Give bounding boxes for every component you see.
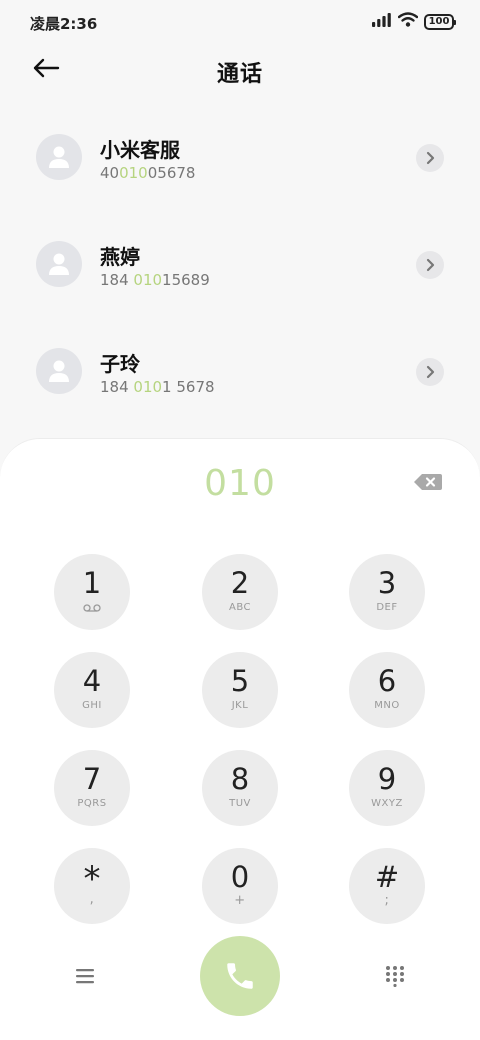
dialpad-icon [386, 966, 404, 987]
key-letters: MNO [374, 700, 400, 711]
person-icon [49, 360, 69, 382]
wifi-icon [397, 12, 419, 31]
contact-name: 燕婷 [100, 245, 140, 269]
voicemail-icon [54, 604, 130, 615]
key-letters: TUV [229, 798, 251, 809]
key-digit: 3 [377, 566, 397, 600]
contact-number: 184 01015689 [100, 271, 210, 289]
menu-button[interactable] [65, 956, 105, 996]
key-digit: 7 [82, 762, 102, 796]
key-digit: 9 [377, 762, 397, 796]
key-3[interactable]: 3 DEF [349, 554, 425, 630]
chevron-right-icon [426, 258, 435, 272]
call-button[interactable] [200, 936, 280, 1016]
key-digit: 5 [230, 664, 250, 698]
keypad-toggle-button[interactable] [375, 956, 415, 996]
key-letters: WXYZ [371, 798, 403, 809]
dial-panel: 010 1 2 ABC 3 DEF 4 GHI 5 JKL 6 MNO 7 PQ… [0, 438, 480, 1040]
key-digit: * [83, 859, 101, 899]
key-6[interactable]: 6 MNO [349, 652, 425, 728]
key-digit: # [374, 860, 400, 894]
key-digit: 1 [82, 566, 102, 600]
key-letters: , [89, 892, 95, 907]
contact-number: 184 0101 5678 [100, 378, 215, 396]
key-letters: JKL [231, 700, 249, 711]
avatar [36, 134, 82, 180]
key-digit: 4 [82, 664, 102, 698]
key-8[interactable]: 8 TUV [202, 750, 278, 826]
battery-icon: 100 [424, 13, 456, 30]
page-title: 通话 [216, 62, 263, 87]
avatar [36, 348, 82, 394]
contact-list: 小米客服 4001005678 燕婷 184 01015689 子玲 184 0… [0, 104, 480, 425]
person-icon [49, 253, 69, 275]
key-digit: 2 [230, 566, 250, 600]
contact-name: 小米客服 [100, 138, 180, 162]
key-digit: 8 [230, 762, 250, 796]
signal-icon [372, 12, 392, 31]
status-bar: 凌晨2:36 100 [0, 0, 480, 44]
key-letters: GHI [82, 700, 102, 711]
contact-number: 4001005678 [100, 164, 196, 182]
contact-row[interactable]: 子玲 184 0101 5678 [0, 318, 480, 425]
key-7[interactable]: 7 PQRS [54, 750, 130, 826]
key-digit: 6 [377, 664, 397, 698]
avatar [36, 241, 82, 287]
key-letters: ; [384, 893, 390, 908]
key-star[interactable]: * , [54, 848, 130, 924]
person-icon [49, 146, 69, 168]
header: 通话 [0, 44, 480, 96]
key-letters: DEF [376, 602, 398, 613]
contact-row[interactable]: 燕婷 184 01015689 [0, 211, 480, 318]
key-0[interactable]: 0 + [202, 848, 278, 924]
key-letters: + [234, 893, 246, 908]
key-digit: 0 [230, 860, 250, 894]
contact-row[interactable]: 小米客服 4001005678 [0, 104, 480, 211]
key-letters: PQRS [77, 798, 107, 809]
chevron-right-icon [426, 365, 435, 379]
key-2[interactable]: 2 ABC [202, 554, 278, 630]
key-letters: ABC [228, 602, 251, 613]
contact-name: 子玲 [100, 352, 140, 376]
status-icons: 100 [372, 12, 456, 31]
key-hash[interactable]: # ; [349, 848, 425, 924]
contact-detail-button[interactable] [416, 144, 444, 172]
status-time: 凌晨2:36 [30, 15, 98, 33]
chevron-right-icon [426, 151, 435, 165]
menu-icon [76, 969, 94, 984]
contact-detail-button[interactable] [416, 358, 444, 386]
key-9[interactable]: 9 WXYZ [349, 750, 425, 826]
key-5[interactable]: 5 JKL [202, 652, 278, 728]
key-1[interactable]: 1 [54, 554, 130, 630]
phone-icon [227, 963, 253, 989]
key-4[interactable]: 4 GHI [54, 652, 130, 728]
contact-detail-button[interactable] [416, 251, 444, 279]
